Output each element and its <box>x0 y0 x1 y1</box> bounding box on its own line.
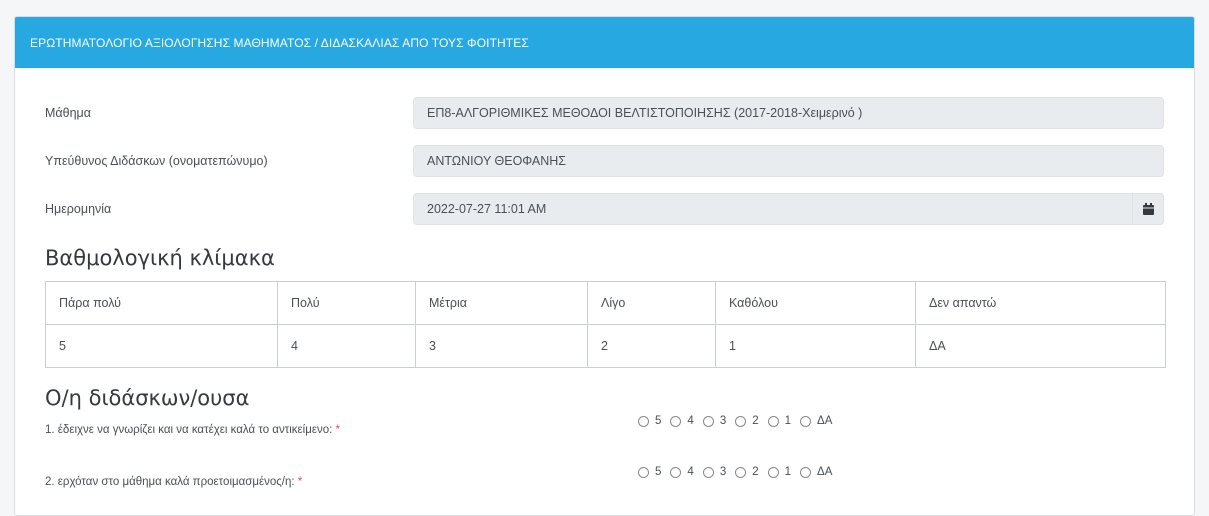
date-value: 2022-07-27 11:01 AM <box>427 202 547 216</box>
scale-header-cell: Μέτρια <box>415 281 588 325</box>
radio-label: ΔΑ <box>817 466 833 478</box>
radio-button[interactable] <box>638 466 649 478</box>
question-2-options: 5 4 3 2 1 ΔΑ <box>638 466 841 478</box>
radio-label: 1 <box>784 466 792 478</box>
radio-option[interactable]: 3 <box>702 415 727 427</box>
scale-header-cell: Δεν απαντώ <box>915 281 1166 325</box>
course-row: Μάθημα ΕΠ8-ΑΛΓΟΡΙΘΜΙΚΕΣ ΜΕΘΟΔΟΙ ΒΕΛΤΙΣΤΟ… <box>45 97 1164 129</box>
radio-button[interactable] <box>702 415 714 427</box>
instructor-value: ΑΝΤΩΝΙΟΥ ΘΕΟΦΑΝΗΣ <box>427 154 567 168</box>
radio-label: 4 <box>687 415 694 427</box>
question-1: 1. έδειχνε να γνωρίζει και να κατέχει κα… <box>45 424 340 436</box>
scale-value-cell: 3 <box>415 324 588 368</box>
instructor-label: Υπεύθυνος Διδάσκων (ονοματεπώνυμο) <box>45 154 268 168</box>
scale-value-cell: 4 <box>277 324 416 368</box>
instructor-row: Υπεύθυνος Διδάσκων (ονοματεπώνυμο) ΑΝΤΩΝ… <box>45 145 1164 177</box>
radio-button[interactable] <box>735 466 747 478</box>
radio-label: 5 <box>655 466 662 478</box>
radio-option[interactable]: 4 <box>670 415 694 427</box>
radio-option[interactable]: 2 <box>735 415 759 427</box>
card-header: ΕΡΩΤΗΜΑΤΟΛΟΓΙΟ ΑΞΙΟΛΟΓΗΣΗΣ ΜΑΘΗΜΑΤΟΣ / Δ… <box>15 17 1194 68</box>
radio-label: 3 <box>719 466 727 478</box>
radio-option[interactable]: 5 <box>638 466 661 478</box>
instructor-field[interactable]: ΑΝΤΩΝΙΟΥ ΘΕΟΦΑΝΗΣ <box>413 145 1164 177</box>
evaluation-card: ΕΡΩΤΗΜΑΤΟΛΟΓΙΟ ΑΞΙΟΛΟΓΗΣΗΣ ΜΑΘΗΜΑΤΟΣ / Δ… <box>14 16 1195 516</box>
radio-label: 2 <box>752 415 759 427</box>
radio-button[interactable] <box>670 415 682 427</box>
scale-title: Βαθμολογική κλίμακα <box>45 246 275 270</box>
radio-option[interactable]: 4 <box>670 466 694 478</box>
radio-label: 3 <box>719 415 727 427</box>
radio-button[interactable] <box>800 466 812 478</box>
radio-label: 5 <box>655 415 662 427</box>
radio-option[interactable]: ΔΑ <box>800 466 832 478</box>
date-label: Ημερομηνία <box>45 202 112 216</box>
radio-label: 1 <box>784 415 792 427</box>
question-text: 2. ερχόταν στο μάθημα καλά προετοιμασμέν… <box>45 476 295 488</box>
radio-label: 4 <box>687 466 694 478</box>
scale-table: Πάρα πολύ Πολύ Μέτρια Λίγο Καθόλου Δεν α… <box>45 281 1166 368</box>
question-2: 2. ερχόταν στο μάθημα καλά προετοιμασμέν… <box>45 476 302 488</box>
scale-value-cell: 2 <box>587 324 716 368</box>
date-row: Ημερομηνία 2022-07-27 11:01 AM <box>45 193 1164 225</box>
required-mark: * <box>335 424 341 436</box>
date-field[interactable]: 2022-07-27 11:01 AM <box>413 193 1164 225</box>
scale-header-cell: Πολύ <box>277 281 416 325</box>
question-text: 1. έδειχνε να γνωρίζει και να κατέχει κα… <box>45 424 333 436</box>
radio-option[interactable]: 1 <box>767 415 792 427</box>
scale-value-row: 5 4 3 2 1 ΔΑ <box>45 324 1166 368</box>
radio-button[interactable] <box>638 415 649 427</box>
radio-option[interactable]: 2 <box>735 466 759 478</box>
scale-header-cell: Καθόλου <box>715 281 916 325</box>
question-1-options: 5 4 3 2 1 ΔΑ <box>638 415 841 427</box>
radio-option[interactable]: 1 <box>767 466 792 478</box>
instructor-section-title: Ο/η διδάσκων/ουσα <box>45 386 250 410</box>
radio-option[interactable]: ΔΑ <box>800 415 832 427</box>
card-title: ΕΡΩΤΗΜΑΤΟΛΟΓΙΟ ΑΞΙΟΛΟΓΗΣΗΣ ΜΑΘΗΜΑΤΟΣ / Δ… <box>30 35 529 50</box>
course-field[interactable]: ΕΠ8-ΑΛΓΟΡΙΘΜΙΚΕΣ ΜΕΘΟΔΟΙ ΒΕΛΤΙΣΤΟΠΟΙΗΣΗΣ… <box>413 97 1164 129</box>
radio-button[interactable] <box>767 466 779 478</box>
radio-button[interactable] <box>767 415 779 427</box>
radio-button[interactable] <box>735 415 747 427</box>
radio-option[interactable]: 3 <box>702 466 727 478</box>
course-label: Μάθημα <box>45 106 91 120</box>
calendar-button[interactable] <box>1132 193 1164 225</box>
radio-label: 2 <box>752 466 759 478</box>
required-mark: * <box>297 476 303 488</box>
scale-value-cell: 5 <box>45 324 278 368</box>
course-value: ΕΠ8-ΑΛΓΟΡΙΘΜΙΚΕΣ ΜΕΘΟΔΟΙ ΒΕΛΤΙΣΤΟΠΟΙΗΣΗΣ… <box>427 106 863 120</box>
scale-header-cell: Λίγο <box>587 281 716 325</box>
scale-header-row: Πάρα πολύ Πολύ Μέτρια Λίγο Καθόλου Δεν α… <box>45 281 1166 325</box>
scale-value-cell: ΔΑ <box>915 324 1166 368</box>
scale-value-cell: 1 <box>715 324 916 368</box>
radio-button[interactable] <box>702 466 714 478</box>
radio-option[interactable]: 5 <box>638 415 661 427</box>
scale-header-cell: Πάρα πολύ <box>45 281 278 325</box>
radio-button[interactable] <box>800 415 812 427</box>
radio-button[interactable] <box>670 466 682 478</box>
radio-label: ΔΑ <box>817 415 833 427</box>
calendar-icon <box>1142 203 1154 215</box>
